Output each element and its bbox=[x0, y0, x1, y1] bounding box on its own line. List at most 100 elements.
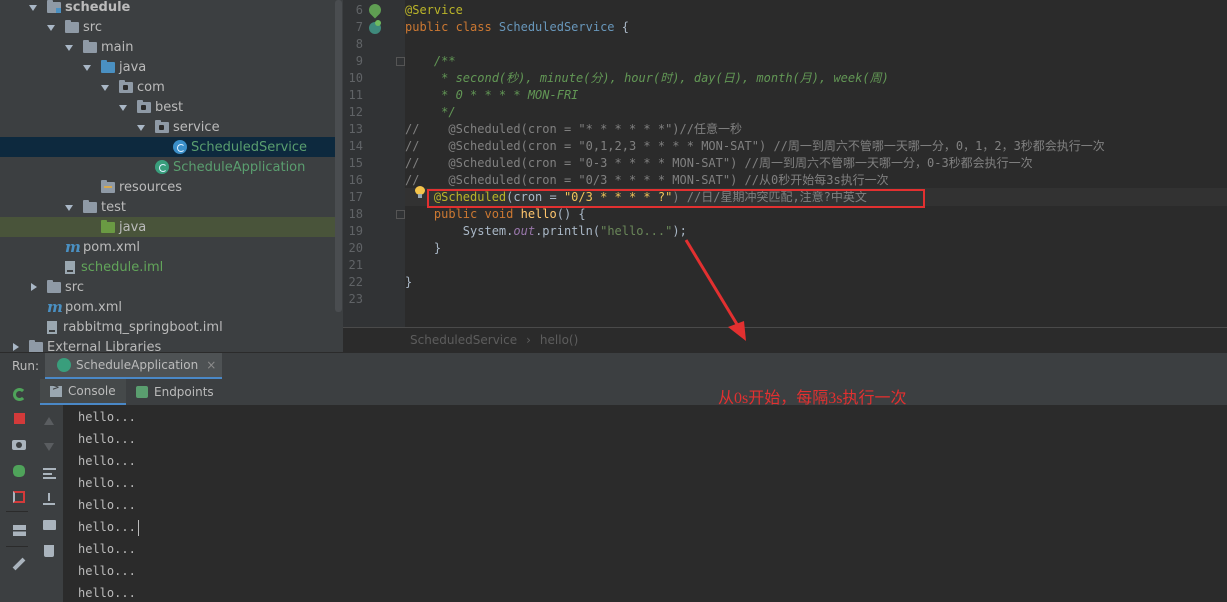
tree-item[interactable]: java bbox=[0, 57, 336, 77]
fold-marker[interactable] bbox=[396, 57, 405, 66]
project-tree-scrollbar[interactable] bbox=[335, 0, 342, 312]
tree-item[interactable]: schedule.iml bbox=[0, 257, 336, 277]
code-line[interactable]: } bbox=[405, 274, 412, 291]
dump-threads-button[interactable] bbox=[11, 437, 27, 453]
code-token: public void bbox=[405, 207, 521, 221]
toolbar-divider bbox=[6, 546, 28, 547]
chevron-down-icon[interactable] bbox=[47, 23, 56, 32]
camera-icon bbox=[12, 440, 26, 450]
folder-icon bbox=[47, 279, 61, 293]
code-token: // @Scheduled(cron = "0-3 * * * * MON-SA… bbox=[405, 156, 1033, 170]
code-line[interactable]: // @Scheduled(cron = "0/3 * * * * MON-SA… bbox=[405, 172, 889, 189]
console-icon bbox=[50, 383, 62, 397]
close-icon[interactable]: × bbox=[206, 358, 216, 372]
tree-item-label: ScheduledService bbox=[191, 139, 308, 155]
line-number: 23 bbox=[348, 292, 363, 306]
tree-item[interactable]: service bbox=[0, 117, 336, 137]
fold-marker[interactable] bbox=[396, 210, 405, 219]
code-line[interactable]: * second(秒), minute(分), hour(时), day(日),… bbox=[405, 70, 889, 87]
maven-icon: m bbox=[47, 298, 63, 316]
tree-item-label: schedule.iml bbox=[81, 259, 164, 275]
breadcrumb-method[interactable]: hello() bbox=[540, 333, 578, 347]
breadcrumb-separator: › bbox=[526, 333, 531, 347]
tree-item[interactable]: src bbox=[0, 17, 336, 37]
code-token: ScheduledService bbox=[498, 20, 615, 34]
chevron-down-icon[interactable] bbox=[119, 103, 128, 112]
run-toolbar: Run: ScheduleApplication × bbox=[0, 352, 1227, 380]
tree-item[interactable]: External Libraries bbox=[0, 337, 336, 352]
chevron-down-icon[interactable] bbox=[137, 123, 146, 132]
code-line[interactable]: public class ScheduledService { bbox=[405, 19, 629, 36]
spring-class-icon bbox=[155, 160, 169, 174]
console-output[interactable]: hello... hello... hello... hello... hello...… bbox=[63, 405, 1227, 602]
tree-item-label: test bbox=[101, 199, 126, 215]
restore-layout-button[interactable] bbox=[11, 522, 27, 538]
tree-item[interactable]: m pom.xml bbox=[0, 237, 336, 257]
arrow-down-icon bbox=[44, 443, 54, 451]
chevron-down-icon[interactable] bbox=[101, 83, 110, 92]
code-line[interactable]: @Service bbox=[405, 2, 463, 19]
console-line-text: hello... bbox=[78, 564, 136, 578]
line-number: 21 bbox=[348, 258, 363, 272]
chevron-down-icon[interactable] bbox=[29, 3, 38, 12]
tree-item[interactable]: ScheduleApplication bbox=[0, 157, 336, 177]
tree-item-label: java bbox=[119, 59, 147, 75]
iml-icon bbox=[47, 320, 57, 334]
pin-button[interactable] bbox=[11, 556, 27, 572]
scroll-up-button[interactable] bbox=[41, 413, 57, 429]
tree-item[interactable]: m pom.xml bbox=[0, 297, 336, 317]
package-icon bbox=[155, 119, 169, 133]
tab-endpoints[interactable]: Endpoints bbox=[130, 379, 220, 405]
code-token: @Service bbox=[405, 3, 463, 17]
chevron-down-icon[interactable] bbox=[83, 63, 92, 72]
clear-all-button[interactable] bbox=[41, 543, 57, 559]
code-line[interactable]: System.out.println("hello..."); bbox=[405, 223, 687, 240]
trash-icon bbox=[44, 545, 54, 557]
console-line: hello... bbox=[78, 450, 136, 472]
run-tab-scheduleapplication[interactable]: ScheduleApplication × bbox=[45, 353, 222, 380]
tree-item[interactable]: resources bbox=[0, 177, 336, 197]
code-line[interactable]: } bbox=[405, 240, 441, 257]
tree-item[interactable]: rabbitmq_springboot.iml bbox=[0, 317, 336, 337]
debug-button[interactable] bbox=[11, 463, 27, 479]
tree-item-label: best bbox=[155, 99, 184, 115]
console-line-text: hello... bbox=[78, 476, 136, 490]
chevron-right-icon[interactable] bbox=[11, 342, 20, 352]
tree-item[interactable]: schedule bbox=[0, 0, 336, 17]
stop-button[interactable] bbox=[11, 410, 27, 426]
code-line[interactable]: // @Scheduled(cron = "* * * * * *")//任意一… bbox=[405, 121, 742, 138]
code-line[interactable]: * 0 * * * * MON-FRI bbox=[405, 87, 578, 104]
code-line[interactable]: */ bbox=[405, 104, 455, 121]
scroll-to-end-button[interactable] bbox=[41, 491, 57, 507]
tree-item[interactable]: best bbox=[0, 97, 336, 117]
tree-item[interactable]: src bbox=[0, 277, 336, 297]
scroll-down-button[interactable] bbox=[41, 439, 57, 455]
tree-item[interactable]: com bbox=[0, 77, 336, 97]
code-token: () { bbox=[556, 207, 586, 221]
console-line: hello... bbox=[78, 516, 139, 538]
console-line-text: hello... bbox=[78, 542, 136, 556]
spring-bean-gutter-icon[interactable] bbox=[369, 20, 381, 34]
chevron-down-icon[interactable] bbox=[65, 203, 74, 212]
tree-item[interactable]: java bbox=[0, 217, 336, 237]
print-button[interactable] bbox=[41, 517, 57, 533]
chevron-right-icon[interactable] bbox=[29, 282, 38, 292]
breadcrumb-class[interactable]: ScheduledService bbox=[410, 333, 517, 347]
iml-icon bbox=[65, 260, 75, 274]
soft-wrap-icon bbox=[42, 467, 56, 479]
code-line[interactable]: // @Scheduled(cron = "0,1,2,3 * * * * MO… bbox=[405, 138, 1105, 155]
code-line[interactable]: /** bbox=[405, 53, 456, 70]
code-line[interactable]: public void hello() { bbox=[405, 206, 586, 223]
project-tree-panel: schedule src main java com best service Schedul… bbox=[0, 0, 343, 352]
tree-item[interactable]: ScheduledService bbox=[0, 137, 336, 157]
tree-item-label: java bbox=[119, 219, 147, 235]
exit-button[interactable] bbox=[11, 489, 27, 505]
rerun-button[interactable] bbox=[11, 386, 27, 402]
tab-console[interactable]: Console bbox=[40, 379, 126, 405]
code-editor[interactable]: @Service public class ScheduledService { … bbox=[405, 0, 1227, 327]
chevron-down-icon[interactable] bbox=[65, 43, 74, 52]
tree-item[interactable]: test bbox=[0, 197, 336, 217]
tree-item[interactable]: main bbox=[0, 37, 336, 57]
soft-wrap-button[interactable] bbox=[41, 465, 57, 481]
code-line[interactable]: // @Scheduled(cron = "0-3 * * * * MON-SA… bbox=[405, 155, 1033, 172]
